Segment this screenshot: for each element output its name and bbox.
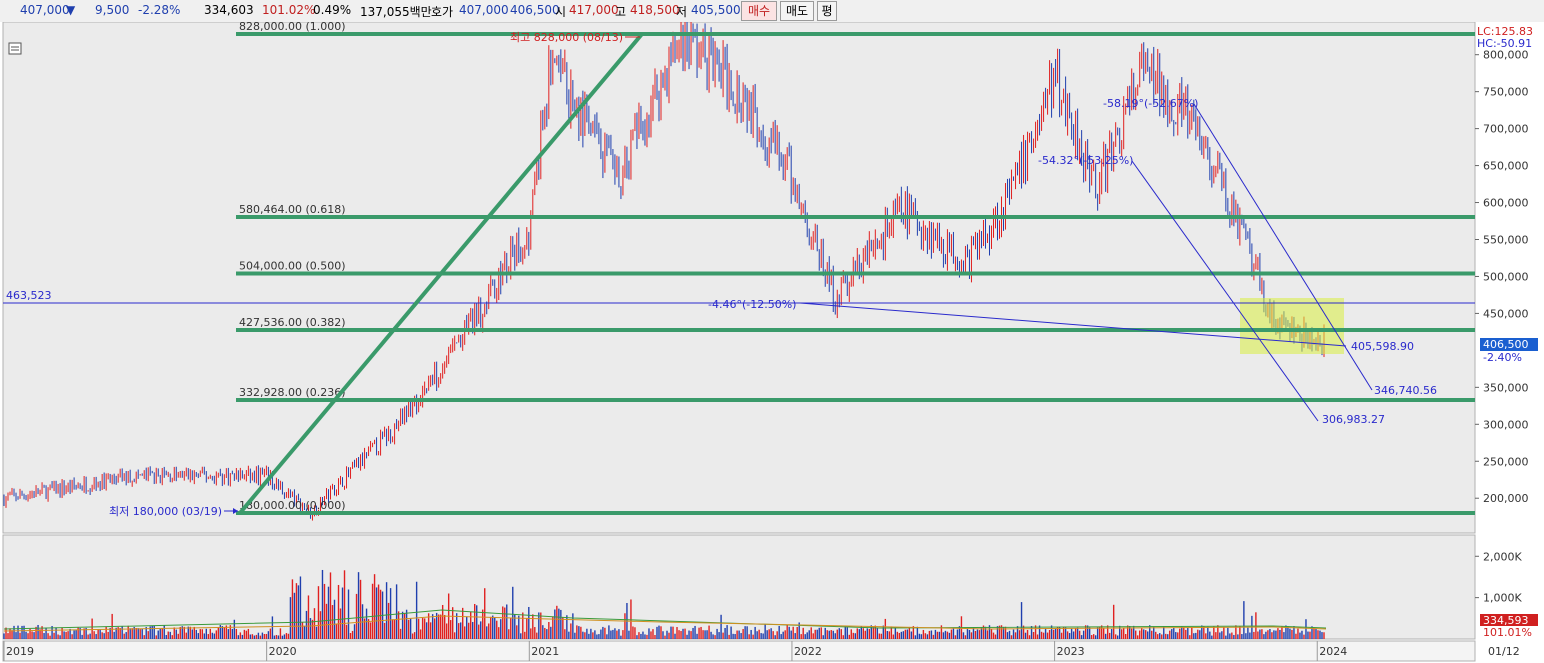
target-3-label: 306,983.27 [1322,413,1385,426]
price-tick-label: 750,000 [1483,86,1529,99]
price-tick-label: 200,000 [1483,492,1529,505]
volume-tick-label: 2,000K [1483,550,1522,563]
stock-chart: 800,000 750,000 700,000 650,000 600,000 550,0… [0,22,1544,663]
sell-button[interactable]: 매도 [780,1,814,21]
current-price-axis-label: 406,500 [1483,338,1529,351]
open-price: 417,000 [569,3,619,17]
time-tick-label: 2021 [531,645,559,658]
time-tick-label: 01/12 [1488,645,1520,658]
trade-amount: 137,055백만 [360,5,432,19]
chart-menu-icon[interactable] [8,42,22,55]
angle-2-label: -54.32°(-53.25%) [1038,154,1133,167]
fib-level-label: 332,928.00 (0.236) [239,386,346,399]
ask-price: 407,000 [459,3,509,17]
fib-level-label: 504,000.00 (0.500) [239,260,346,273]
fib-level-label: 180,000.00 (0.000) [239,499,346,512]
price-tick-label: 300,000 [1483,418,1529,431]
fib-level-label: 427,536.00 (0.382) [239,316,346,329]
time-tick-label: 2023 [1057,645,1085,658]
volume-ratio: 101.02% [262,3,316,17]
price-tick-label: 500,000 [1483,270,1529,283]
low-marker: 최저 180,000 (03/19) [109,505,222,518]
high-label: 고 [615,5,627,19]
current-pct-axis-label: -2.40% [1483,351,1522,364]
highlight-zone [1240,298,1344,354]
time-tick-label: 2020 [269,645,297,658]
time-tick-label: 2024 [1319,645,1347,658]
bid-price: 406,500 [510,3,560,17]
price-tick-label: 800,000 [1483,49,1529,62]
current-price: 407,000 [20,3,70,17]
high-marker: 최고 828,000 (08/13) [510,31,623,44]
buy-button[interactable]: 매수 [741,1,777,21]
turnover-percent: 0.49% [313,3,352,17]
price-tick-label: 550,000 [1483,233,1529,246]
change-percent: -2.28% [138,3,181,17]
volume-axis-pct: 101.01% [1483,626,1532,639]
low-price: 405,500 [691,3,741,17]
reference-line-label: 463,523 [6,289,52,302]
price-tick-label: 450,000 [1483,307,1529,320]
time-tick-label: 2019 [6,645,34,658]
fib-level-label: 828,000.00 (1.000) [239,22,346,33]
open-label: 시 [555,5,567,19]
quote-bar: 407,000 ▼ 9,500 -2.28% 334,603 101.02% 0… [0,0,1544,23]
low-label: 저 [676,5,688,19]
angle-3-label: -58.19°(-52.67%) [1103,97,1198,110]
average-button[interactable]: 평 [817,1,837,21]
price-change: 9,500 [95,3,130,17]
volume-value: 334,603 [204,3,254,17]
hc-label: HC:-50.91 [1477,37,1532,50]
target-1-label: 405,598.90 [1351,340,1414,353]
down-arrow-icon: ▼ [66,3,76,17]
ask-label: 호가 [431,5,454,19]
price-tick-label: 350,000 [1483,381,1529,394]
price-tick-label: 250,000 [1483,455,1529,468]
time-tick-label: 2022 [794,645,822,658]
target-2-label: 346,740.56 [1374,384,1437,397]
price-tick-label: 650,000 [1483,160,1529,173]
angle-1-label: -4.46°(-12.50%) [708,298,796,311]
fib-level-label: 580,464.00 (0.618) [239,203,346,216]
price-tick-label: 700,000 [1483,123,1529,136]
volume-tick-label: 1,000K [1483,592,1522,605]
price-tick-label: 600,000 [1483,197,1529,210]
high-price: 418,500 [630,3,680,17]
